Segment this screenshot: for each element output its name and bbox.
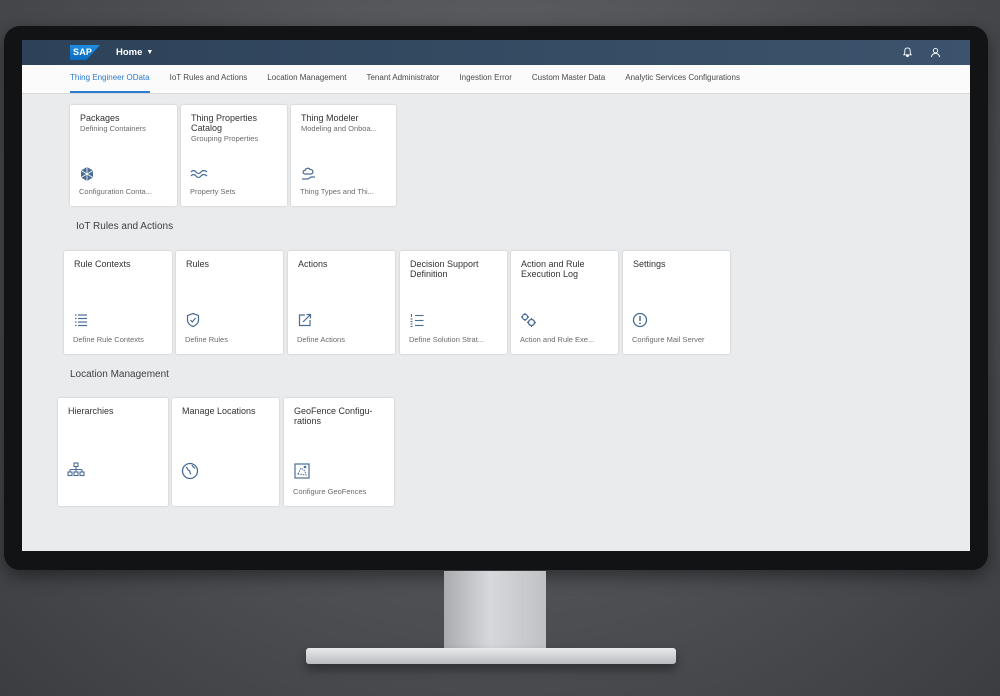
- sap-logo[interactable]: SAP: [70, 45, 100, 60]
- tile-title: Actions: [298, 259, 328, 269]
- bell-icon[interactable]: [900, 46, 914, 60]
- monitor-stand-neck: [444, 571, 546, 653]
- hand-cloud-icon: [300, 166, 316, 182]
- tile-title: Manage Locations: [182, 406, 256, 416]
- group-title-iot-rules: IoT Rules and Actions: [76, 221, 174, 232]
- tab-thing-engineer-odata[interactable]: Thing Engineer OData: [70, 65, 150, 93]
- tile-manage-locations[interactable]: Manage Locations: [172, 398, 279, 506]
- tab-location-management[interactable]: Location Management: [267, 65, 346, 93]
- tile-footer: Action and Rule Exe...: [520, 335, 595, 344]
- tile-settings[interactable]: Settings Configure Mail Server: [623, 251, 730, 354]
- tile-title: Thing Properties Catalog: [191, 113, 258, 133]
- tile-subtitle: Defining Containers: [80, 124, 146, 133]
- tile-packages[interactable]: Packages Defining Containers Configurati…: [70, 105, 177, 206]
- globe-icon: [181, 462, 199, 480]
- group-title-location-management: Location Management: [70, 369, 169, 380]
- shield-icon: [185, 312, 201, 328]
- gears-icon: [520, 312, 536, 328]
- tab-custom-master-data[interactable]: Custom Master Data: [532, 65, 605, 93]
- tile-footer: Property Sets: [190, 187, 236, 196]
- tile-title: Decision Support Definition: [410, 259, 479, 279]
- tab-iot-rules-and-actions[interactable]: IoT Rules and Actions: [170, 65, 248, 93]
- tab-tenant-administrator[interactable]: Tenant Administrator: [366, 65, 439, 93]
- tile-subtitle: Grouping Properties: [191, 134, 259, 143]
- tile-footer: Define Actions: [297, 335, 345, 344]
- tile-title: Rule Contexts: [74, 259, 131, 269]
- alert-icon: [632, 312, 648, 328]
- geofence-icon: [293, 462, 310, 479]
- tile-footer: Define Rules: [185, 335, 228, 344]
- share-icon: [297, 312, 313, 328]
- numbered-list-icon: [409, 312, 425, 328]
- monitor-stand-base: [306, 648, 676, 664]
- screen: SAP Home ▼ Thing Engineer OData IoT Rule…: [22, 40, 970, 551]
- home-menu[interactable]: Home ▼: [116, 47, 153, 58]
- launchpad-content: Packages Defining Containers Configurati…: [22, 93, 970, 551]
- tile-action-rule-execution-log[interactable]: Action and Rule Execution Log Action and…: [511, 251, 618, 354]
- cube-icon: [79, 166, 95, 182]
- tile-footer: Configuration Conta...: [79, 187, 152, 196]
- tile-title: GeoFence Configu-rations: [294, 406, 373, 426]
- tile-decision-support-definition[interactable]: Decision Support Definition Define Solut…: [400, 251, 507, 354]
- tile-footer: Define Rule Contexts: [73, 335, 144, 344]
- tile-title: Thing Modeler: [301, 113, 359, 123]
- tab-bar: Thing Engineer OData IoT Rules and Actio…: [22, 65, 970, 94]
- tile-title: Action and Rule Execution Log: [521, 259, 585, 279]
- tile-thing-modeler[interactable]: Thing Modeler Modeling and Onboa... Thin…: [291, 105, 396, 206]
- tile-geofence-configurations[interactable]: GeoFence Configu-rations Configure GeoFe…: [284, 398, 394, 506]
- tile-rules[interactable]: Rules Define Rules: [176, 251, 283, 354]
- hierarchy-icon: [67, 462, 85, 478]
- tab-analytic-services[interactable]: Analytic Services Configurations: [625, 65, 740, 93]
- tab-ingestion-error[interactable]: Ingestion Error: [459, 65, 511, 93]
- chevron-down-icon: ▼: [146, 49, 154, 56]
- tile-footer: Configure GeoFences: [293, 487, 367, 496]
- tile-title: Packages: [80, 113, 120, 123]
- wave-icon: [190, 166, 208, 182]
- tile-title: Hierarchies: [68, 406, 114, 416]
- home-label: Home: [116, 47, 143, 58]
- tile-actions[interactable]: Actions Define Actions: [288, 251, 395, 354]
- tile-footer: Define Solution Strat...: [409, 335, 485, 344]
- tile-subtitle: Modeling and Onboa...: [301, 124, 377, 133]
- tile-hierarchies[interactable]: Hierarchies: [58, 398, 168, 506]
- tile-title: Settings: [633, 259, 666, 269]
- tile-thing-properties-catalog[interactable]: Thing Properties Catalog Grouping Proper…: [181, 105, 287, 206]
- tile-title: Rules: [186, 259, 210, 269]
- shell-bar: SAP Home ▼: [22, 40, 970, 65]
- list-icon: [73, 312, 89, 328]
- tile-footer: Configure Mail Server: [632, 335, 705, 344]
- tile-rule-contexts[interactable]: Rule Contexts Define Rule Contexts: [64, 251, 172, 354]
- user-icon[interactable]: [928, 46, 942, 60]
- tile-footer: Thing Types and Thi...: [300, 187, 374, 196]
